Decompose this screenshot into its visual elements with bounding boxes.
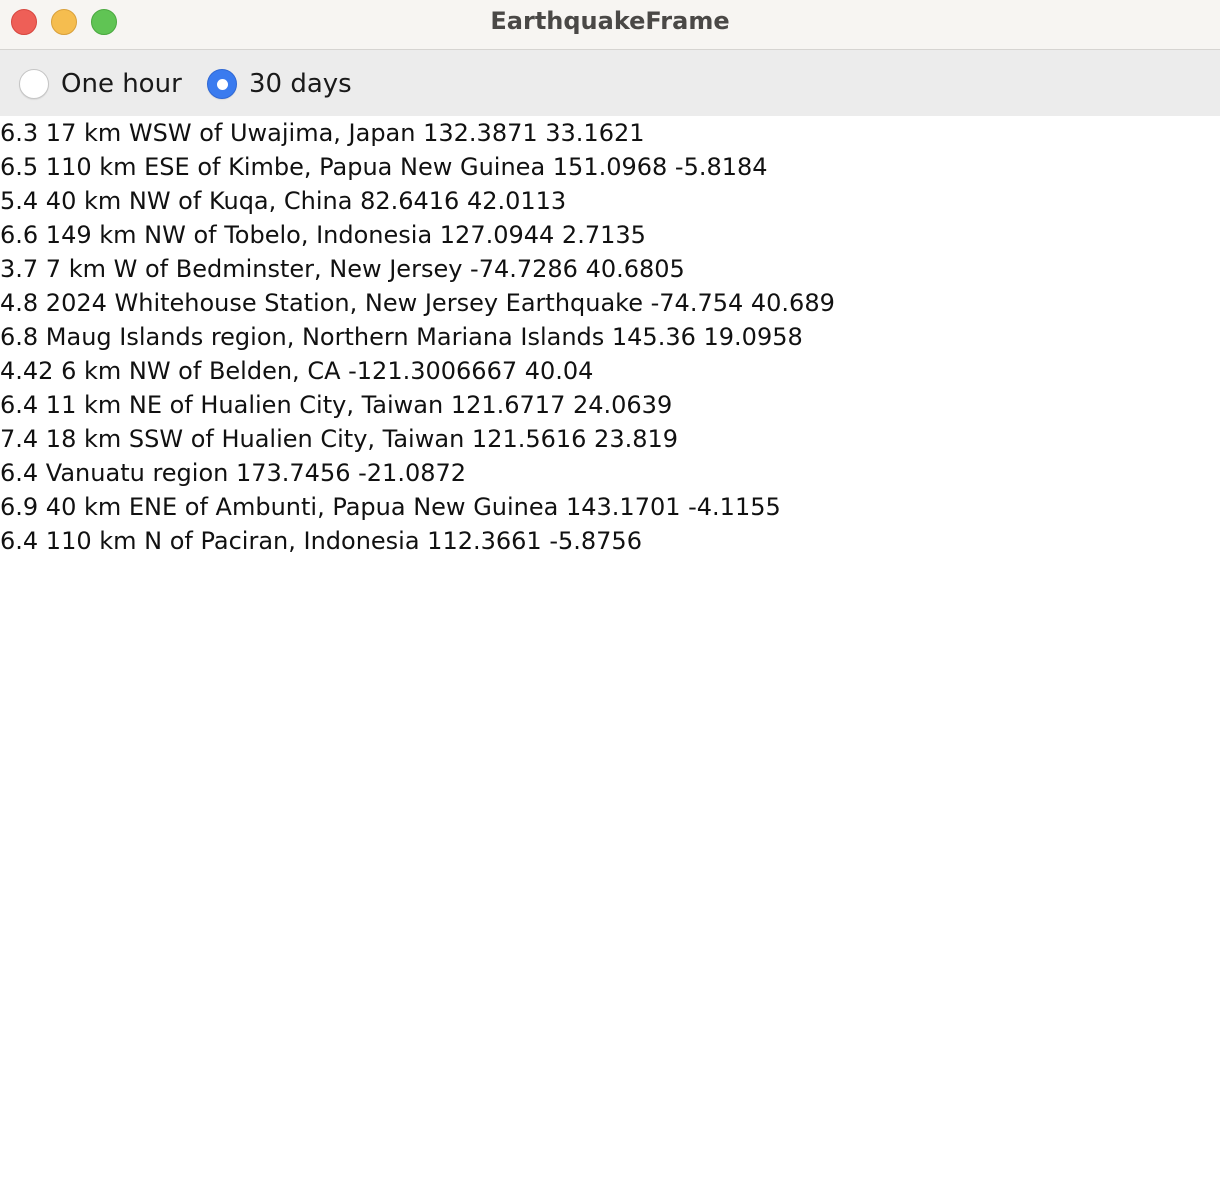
list-item[interactable]: 3.7 7 km W of Bedminster, New Jersey -74… [0,252,1220,286]
radio-dot-icon [216,78,228,90]
title-bar[interactable]: EarthquakeFrame [0,0,1220,50]
list-item[interactable]: 6.9 40 km ENE of Ambunti, Papua New Guin… [0,490,1220,524]
list-item[interactable]: 5.4 40 km NW of Kuqa, China 82.6416 42.0… [0,184,1220,218]
radio-unselected-icon[interactable] [19,69,49,99]
window-title: EarthquakeFrame [490,7,730,35]
list-item[interactable]: 6.4 110 km N of Paciran, Indonesia 112.3… [0,524,1220,558]
list-item[interactable]: 4.8 2024 Whitehouse Station, New Jersey … [0,286,1220,320]
list-item[interactable]: 6.6 149 km NW of Tobelo, Indonesia 127.0… [0,218,1220,252]
earthquake-list[interactable]: 6.3 17 km WSW of Uwajima, Japan 132.3871… [0,116,1220,1188]
radio-one-hour[interactable]: One hour [19,66,182,102]
radio-one-hour-label[interactable]: One hour [61,69,182,99]
earthquake-window: EarthquakeFrame One hour 30 days 6.3 17 … [0,0,1220,1188]
list-item[interactable]: 6.5 110 km ESE of Kimbe, Papua New Guine… [0,150,1220,184]
list-item[interactable]: 6.8 Maug Islands region, Northern Marian… [0,320,1220,354]
time-range-toolbar: One hour 30 days [0,50,1220,116]
list-item[interactable]: 6.3 17 km WSW of Uwajima, Japan 132.3871… [0,116,1220,150]
list-item[interactable]: 6.4 11 km NE of Hualien City, Taiwan 121… [0,388,1220,422]
list-item[interactable]: 4.42 6 km NW of Belden, CA -121.3006667 … [0,354,1220,388]
list-item[interactable]: 7.4 18 km SSW of Hualien City, Taiwan 12… [0,422,1220,456]
list-item[interactable]: 6.4 Vanuatu region 173.7456 -21.0872 [0,456,1220,490]
radio-30-days[interactable]: 30 days [207,66,352,102]
radio-selected-icon[interactable] [207,69,237,99]
radio-30-days-label[interactable]: 30 days [249,69,352,99]
